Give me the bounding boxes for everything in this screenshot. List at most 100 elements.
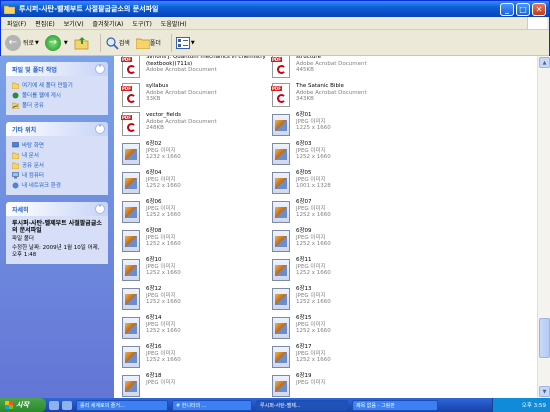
details-header[interactable]: 자세히 ˄ <box>6 202 108 216</box>
file-item[interactable]: The Satanic BibleAdobe Acrobat Document3… <box>270 83 420 111</box>
desktop-link[interactable]: 바탕 화면 <box>12 140 103 150</box>
file-item[interactable]: vector_fieldsAdobe Acrobat Document248KB <box>120 112 270 140</box>
file-item[interactable]: 6장03 JPEG 이미지 1252 x 1660 <box>270 141 420 169</box>
details-panel: 자세히 ˄ 루시퍼-사탄-벨제부트 사절팔굽글소의 문서파일 파일 폴더 수정한… <box>6 202 108 264</box>
folders-button[interactable]: 폴더 <box>135 37 161 49</box>
pdf-file-icon <box>120 56 142 80</box>
file-item[interactable]: 6장10 JPEG 이미지 1252 x 1660 <box>120 257 270 285</box>
menu-edit[interactable]: 편집(E) <box>35 19 55 28</box>
file-item[interactable]: 6장09 JPEG 이미지 1252 x 1660 <box>270 228 420 256</box>
views-icon <box>175 36 190 49</box>
file-size: 1252 x 1660 <box>146 299 181 305</box>
start-label: 시작 <box>16 401 29 409</box>
jpeg-file-icon <box>270 257 292 283</box>
taskbar-task-4[interactable]: 제목 없음 - 그림판 <box>352 399 438 411</box>
taskbar-task-1[interactable]: 롤리 세계로의 즐거... <box>76 399 168 411</box>
file-item[interactable]: 6장11 JPEG 이미지 1252 x 1660 <box>270 257 420 285</box>
file-item[interactable]: structureAdobe Acrobat Document445KB <box>270 56 420 82</box>
file-item[interactable]: 6장14 JPEG 이미지 1252 x 1660 <box>120 315 270 343</box>
file-item[interactable]: 6장04 JPEG 이미지 1252 x 1660 <box>120 170 270 198</box>
new-folder-link[interactable]: 여기에 새 폴더 만들기 <box>12 80 103 90</box>
file-item[interactable]: 6장16 JPEG 이미지 1252 x 1660 <box>120 344 270 372</box>
up-folder-button[interactable] <box>74 35 90 51</box>
collapse-icon[interactable]: ˄ <box>95 64 105 74</box>
forward-arrow-icon: → <box>44 34 61 51</box>
chevron-down-icon: ▼ <box>35 39 39 46</box>
file-item[interactable]: 6장07 JPEG 이미지 1252 x 1660 <box>270 199 420 227</box>
quick-launch-ie-icon[interactable] <box>49 400 59 410</box>
panel-title: 파일 및 폴더 작업 <box>12 66 57 74</box>
file-item[interactable]: 6장01 JPEG 이미지 1225 x 1660 <box>270 112 420 140</box>
menu-help[interactable]: 도움말(H) <box>161 19 187 28</box>
publish-web-link[interactable]: 폴더를 웹에 게시 <box>12 90 103 100</box>
file-type: JPEG 이미지 <box>146 379 176 386</box>
network-places-link[interactable]: 내 네트워크 환경 <box>12 180 103 190</box>
quick-launch-desktop-icon[interactable] <box>62 400 72 410</box>
file-size: 1252 x 1660 <box>296 357 331 363</box>
task-label: 루시퍼-사탄-벨제... <box>260 402 301 409</box>
file-view[interactable]: Simons J. Quantum mechanics in chemistry… <box>114 56 537 398</box>
file-item[interactable]: 6장12 JPEG 이미지 1252 x 1660 <box>120 286 270 314</box>
file-item[interactable]: 6장05 JPEG 이미지 1001 x 1328 <box>270 170 420 198</box>
jpeg-file-icon <box>270 141 292 167</box>
file-item[interactable]: 6장02 JPEG 이미지 1232 x 1660 <box>120 141 270 169</box>
search-button[interactable]: 검색 <box>105 36 130 50</box>
pdf-file-icon <box>120 112 142 138</box>
file-item[interactable]: 6장15 JPEG 이미지 1252 x 1660 <box>270 315 420 343</box>
menu-view[interactable]: 보기(V) <box>64 19 84 28</box>
share-folder-link[interactable]: 폴더 공유 <box>12 100 103 110</box>
taskbar-task-3[interactable]: 루시퍼-사탄-벨제... <box>256 399 348 411</box>
collapse-icon[interactable]: ˄ <box>95 124 105 134</box>
search-label: 검색 <box>118 40 130 47</box>
file-item[interactable]: 6장06 JPEG 이미지 1252 x 1660 <box>120 199 270 227</box>
forward-button[interactable]: → ▼ <box>44 34 68 51</box>
scrollbar-thumb[interactable] <box>539 318 550 358</box>
link-label: 바탕 화면 <box>22 143 44 149</box>
title-bar[interactable]: 루시퍼-사탄-벨제부트 사절팔굽글소의 문서파일 _ □ ✕ <box>1 1 549 17</box>
file-item[interactable]: 6장13 JPEG 이미지 1252 x 1660 <box>270 286 420 314</box>
vertical-scrollbar[interactable]: ▲ ▼ <box>537 56 550 398</box>
file-tasks-header[interactable]: 파일 및 폴더 작업 ˄ <box>6 62 108 76</box>
file-size: 1252 x 1660 <box>296 270 331 276</box>
file-size: 343KB <box>296 96 314 102</box>
start-button[interactable]: 시작 <box>0 398 46 412</box>
file-size: 1001 x 1328 <box>296 183 331 189</box>
file-item[interactable]: Simons J. Quantum mechanics in chemistry… <box>120 56 270 82</box>
file-size: 1252 x 1660 <box>146 183 181 189</box>
menu-favorites[interactable]: 즐겨찾기(A) <box>93 19 124 28</box>
other-places-header[interactable]: 기타 위치 ˄ <box>6 122 108 136</box>
close-button[interactable]: ✕ <box>532 2 546 16</box>
scroll-up-icon[interactable]: ▲ <box>539 57 550 68</box>
details-folder-name: 루시퍼-사탄-벨제부트 사절팔굽글소의 문서파일 <box>12 220 102 234</box>
file-item[interactable]: 6장08 JPEG 이미지 1252 x 1660 <box>120 228 270 256</box>
views-button[interactable]: ▼ <box>175 36 195 49</box>
my-computer-link[interactable]: 내 컴퓨터 <box>12 170 103 180</box>
jpeg-file-icon <box>120 257 142 283</box>
menu-file[interactable]: 파일(F) <box>7 19 26 28</box>
shared-documents-link[interactable]: 공유 문서 <box>12 160 103 170</box>
clock[interactable]: 오후 3:59 <box>522 401 546 409</box>
other-places-panel: 기타 위치 ˄ 바탕 화면 내 문서 공유 문서 내 컴퓨터 내 네트워크 환경 <box>6 122 108 195</box>
jpeg-file-icon <box>270 344 292 370</box>
file-size: 1252 x 1660 <box>146 270 181 276</box>
chevron-down-icon: ▼ <box>190 39 195 46</box>
link-label: 내 컴퓨터 <box>22 173 44 179</box>
file-item[interactable]: 6장19 JPEG 이미지 <box>270 373 420 398</box>
menu-tools[interactable]: 도구(T) <box>132 19 151 28</box>
globe-icon <box>12 92 19 98</box>
taskbar-task-2[interactable]: # 한니타의 ... <box>172 399 252 411</box>
file-item[interactable]: 6장18 JPEG 이미지 <box>120 373 270 398</box>
file-item[interactable]: 6장17 JPEG 이미지 1252 x 1660 <box>270 344 420 372</box>
file-size: 1252 x 1660 <box>146 212 181 218</box>
my-documents-link[interactable]: 내 문서 <box>12 150 103 160</box>
folders-label: 폴더 <box>149 40 161 47</box>
file-item[interactable]: syllabusAdobe Acrobat Document33KB <box>120 83 270 111</box>
maximize-button[interactable]: □ <box>516 2 530 16</box>
network-icon <box>12 182 19 188</box>
scroll-down-icon[interactable]: ▼ <box>539 386 550 397</box>
collapse-icon[interactable]: ˄ <box>95 204 105 214</box>
minimize-button[interactable]: _ <box>500 2 514 16</box>
back-arrow-icon: ← <box>5 34 21 51</box>
task-label: 롤리 세계로의 즐거... <box>80 402 125 409</box>
back-button[interactable]: ← 뒤로 ▼ <box>5 34 39 51</box>
